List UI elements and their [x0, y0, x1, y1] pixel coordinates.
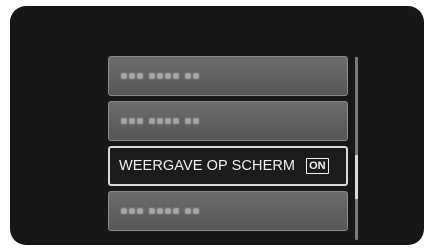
blurred-label	[121, 208, 199, 214]
blurred-label	[121, 118, 199, 124]
on-status-badge: ON	[306, 158, 329, 174]
settings-menu: WEERGAVE OP SCHERM ON	[108, 56, 348, 236]
menu-item-weergave-op-scherm[interactable]: WEERGAVE OP SCHERM ON	[108, 146, 348, 186]
camera-screen: WEERGAVE OP SCHERM ON	[10, 6, 424, 245]
menu-item-4[interactable]	[108, 191, 348, 231]
scrollbar-thumb[interactable]	[355, 155, 358, 199]
menu-scrollbar[interactable]	[355, 57, 358, 240]
blurred-label	[121, 73, 199, 79]
menu-item-2[interactable]	[108, 101, 348, 141]
menu-item-label: WEERGAVE OP SCHERM	[119, 158, 296, 174]
menu-item-1[interactable]	[108, 56, 348, 96]
